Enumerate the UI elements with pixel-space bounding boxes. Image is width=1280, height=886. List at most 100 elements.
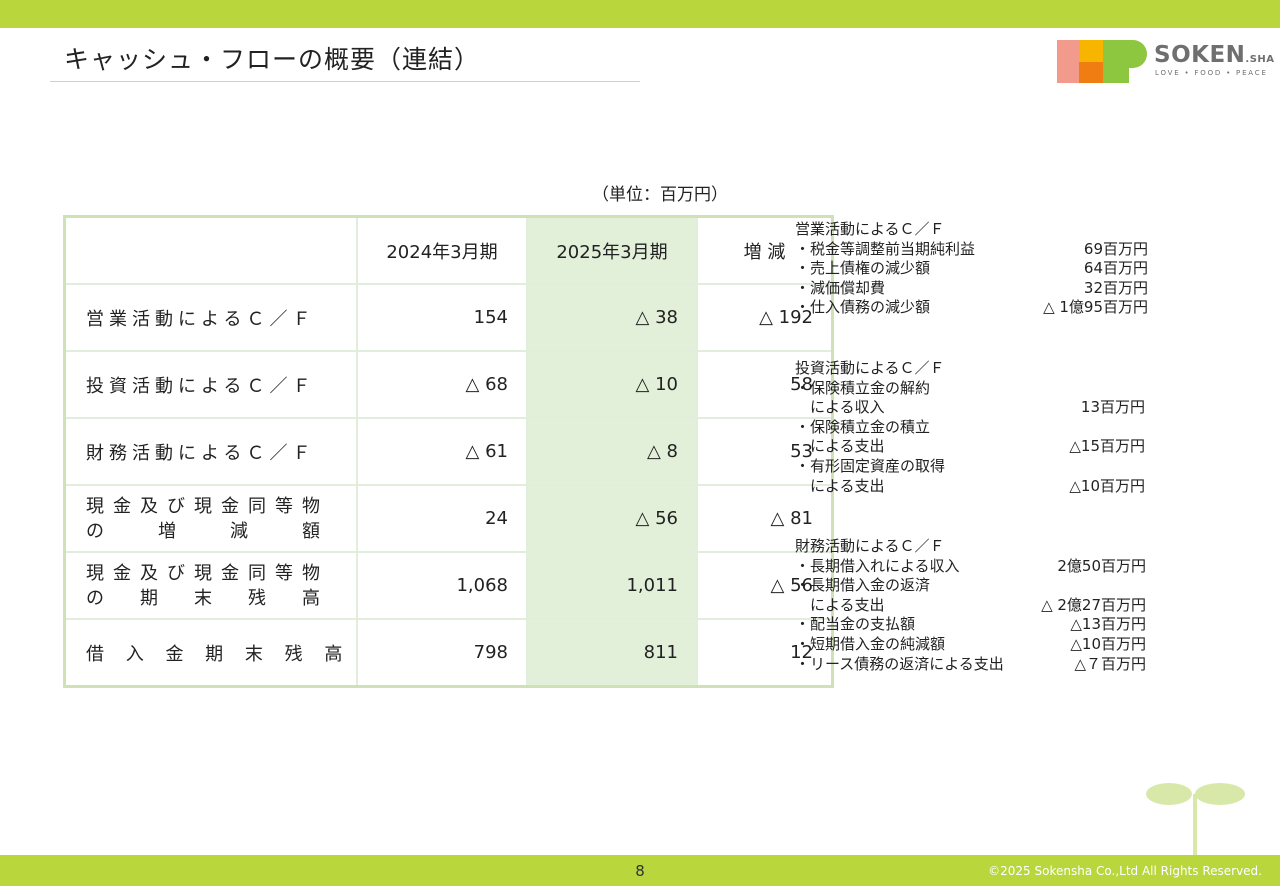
note-label: ・仕入債務の減少額 xyxy=(795,298,931,317)
note-label: ・長期借入金の返済 xyxy=(795,576,931,595)
label-char: 等 xyxy=(275,562,293,584)
logo-tagline: LOVE • FOOD • PEACE xyxy=(1155,69,1268,77)
note-item: ・保険積立金の解約 xyxy=(795,379,1145,399)
note-amount: △10百万円 xyxy=(1069,476,1145,495)
cashflow-table: 2024年3月期 2025年3月期 増 減 営業活動によるＣ／Ｆ 154 △ 3… xyxy=(63,215,834,688)
label-char: の xyxy=(86,520,104,542)
note-label: ・税金等調整前当期純利益 xyxy=(795,239,976,258)
label-char: 金 xyxy=(113,495,131,517)
header-fy2024: 2024年3月期 xyxy=(356,215,528,285)
cell-fy2025: △ 38 xyxy=(526,283,698,352)
cell-fy2024: 798 xyxy=(356,618,528,688)
note-label: ・保険積立金の積立 xyxy=(795,417,931,436)
label-char: 期 xyxy=(140,587,158,609)
sprout-icon xyxy=(1146,783,1245,858)
note-item: ・保険積立金の積立 xyxy=(795,418,1145,438)
label-char: び xyxy=(167,562,185,584)
note-amount: 32百万円 xyxy=(1083,278,1148,297)
note-label: ・リース債務の返済による支出 xyxy=(795,654,1004,673)
label-char: 末 xyxy=(194,587,212,609)
cell-fy2025: 811 xyxy=(526,618,698,688)
note-item: ・リース債務の返済による支出 △７百万円 xyxy=(795,655,1146,675)
note-amount: 13百万円 xyxy=(1080,398,1145,417)
cell-fy2024: △ 68 xyxy=(356,350,528,419)
row-label-line1: 現金及び現金同等物 xyxy=(86,561,320,586)
label-char: 及 xyxy=(140,562,158,584)
row-label: 投資活動によるＣ／Ｆ xyxy=(63,350,358,419)
note-label: ・保険積立金の解約 xyxy=(795,378,931,397)
label-char: 現 xyxy=(194,495,212,517)
cell-fy2025: △ 10 xyxy=(526,350,698,419)
logo-suffix: .SHA xyxy=(1245,54,1275,65)
row-label-line1: 現金及び現金同等物 xyxy=(86,494,320,519)
note-item: ・税金等調整前当期純利益 69百万円 xyxy=(795,240,1148,260)
cell-fy2024: 24 xyxy=(356,484,528,553)
row-label: 現金及び現金同等物 の 増 減 額 xyxy=(63,484,358,553)
note-label: による支出 xyxy=(795,437,885,456)
note-amount: △ 2億27百万円 xyxy=(1041,595,1146,614)
note-label: ・短期借入金の純減額 xyxy=(795,634,946,653)
cell-fy2024: 154 xyxy=(356,283,528,352)
label-char: 金 xyxy=(221,495,239,517)
table-row: 現金及び現金同等物 の増減額 24 △ 56 △ 81 xyxy=(63,484,834,553)
note-label: による支出 xyxy=(795,476,885,495)
row-label-line2: の期末残高 xyxy=(86,586,320,611)
table-row: 投資活動によるＣ／Ｆ △ 68 △ 10 58 xyxy=(63,350,834,419)
label-char: 残 xyxy=(248,587,266,609)
label-char: 物 xyxy=(302,562,320,584)
note-item: ・配当金の支払額 △13百万円 xyxy=(795,615,1146,635)
label-char: の xyxy=(86,587,104,609)
header-fy2025: 2025年3月期 xyxy=(526,215,698,285)
note-amount: 64百万円 xyxy=(1083,259,1148,278)
label-char: 金 xyxy=(221,562,239,584)
note-item: ・長期借入金の返済 xyxy=(795,576,1146,596)
page-title: キャッシュ・フローの概要（連結） xyxy=(64,45,481,74)
note-label: による収入 xyxy=(795,398,885,417)
header-blank xyxy=(63,215,358,285)
label-char: 物 xyxy=(302,495,320,517)
label-char: 等 xyxy=(275,495,293,517)
row-label: 財務活動によるＣ／Ｆ xyxy=(63,417,358,486)
row-label: 現金及び現金同等物 の 期 末 残 高 xyxy=(63,551,358,620)
note-item: による収入 13百万円 xyxy=(795,398,1145,418)
top-band xyxy=(0,0,1280,28)
note-label: ・配当金の支払額 xyxy=(795,615,916,634)
cell-fy2024: 1,068 xyxy=(356,551,528,620)
note-amount: 69百万円 xyxy=(1083,239,1148,258)
note-label: ・長期借入れによる収入 xyxy=(795,556,960,575)
company-logo: SOKEN.SHA LOVE • FOOD • PEACE xyxy=(1057,38,1275,84)
note-item: ・減価償却費 32百万円 xyxy=(795,279,1148,299)
note-amount: △13百万円 xyxy=(1070,615,1146,634)
cell-fy2024: △ 61 xyxy=(356,417,528,486)
note-item: による支出 △15百万円 xyxy=(795,437,1145,457)
notes-heading: 投資活動によるＣ／Ｆ xyxy=(795,359,945,377)
notes-financing: 財務活動によるＣ／Ｆ ・長期借入れによる収入 2億50百万円 ・長期借入金の返済 … xyxy=(795,537,1146,674)
table-row: 現金及び現金同等物 の期末残高 1,068 1,011 △ 56 xyxy=(63,551,834,620)
table-row: 営業活動によるＣ／Ｆ 154 △ 38 △ 192 xyxy=(63,283,834,352)
label-char: 同 xyxy=(248,495,266,517)
label-char: 高 xyxy=(302,587,320,609)
label-char: 同 xyxy=(248,562,266,584)
copyright: ©2025 Sokensha Co.,Ltd All Rights Reserv… xyxy=(988,864,1262,878)
row-label: 借 入 金 期 末 残 高 xyxy=(63,618,358,688)
label-char: び xyxy=(167,495,185,517)
label-char: 現 xyxy=(86,495,104,517)
note-amount: △10百万円 xyxy=(1070,634,1146,653)
cell-fy2025: △ 56 xyxy=(526,484,698,553)
note-amount: △15百万円 xyxy=(1069,437,1145,456)
note-item: ・有形固定資産の取得 xyxy=(795,457,1145,477)
note-label: ・有形固定資産の取得 xyxy=(795,456,946,475)
notes-heading: 営業活動によるＣ／Ｆ xyxy=(795,220,945,238)
note-item: による支出 △10百万円 xyxy=(795,477,1145,497)
note-item: による支出 △ 2億27百万円 xyxy=(795,596,1146,616)
label-char: 金 xyxy=(113,562,131,584)
note-amount: △７百万円 xyxy=(1074,654,1146,673)
notes-heading: 財務活動によるＣ／Ｆ xyxy=(795,537,945,555)
label-char: 額 xyxy=(302,520,320,542)
table-row: 借 入 金 期 末 残 高 798 811 12 xyxy=(63,618,834,688)
cell-fy2025: △ 8 xyxy=(526,417,698,486)
label-char: 増 xyxy=(158,520,176,542)
unit-label: （単位：百万円） xyxy=(592,185,728,205)
title-divider xyxy=(50,81,640,82)
label-char: 減 xyxy=(230,520,248,542)
